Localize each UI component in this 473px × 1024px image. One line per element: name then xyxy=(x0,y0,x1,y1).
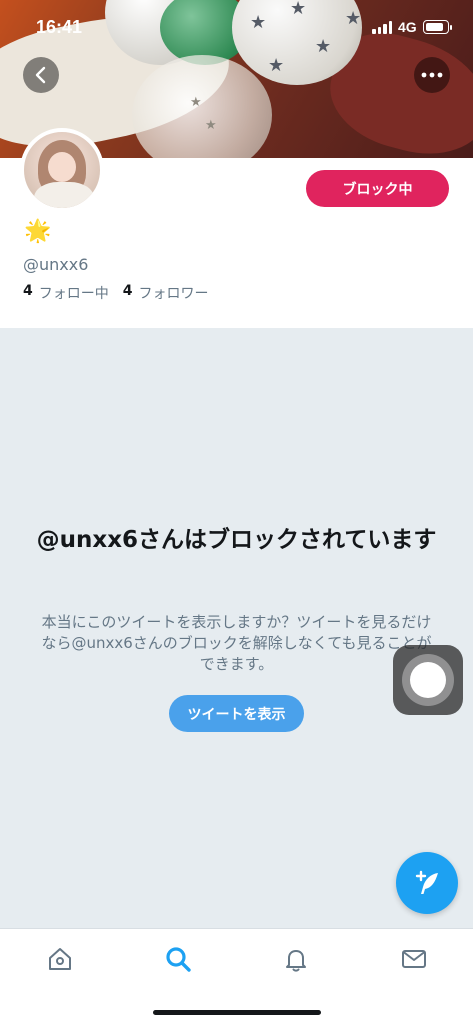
following-count: 4 xyxy=(23,283,33,299)
tab-notifications[interactable] xyxy=(280,943,312,975)
network-label: 4G xyxy=(398,19,417,35)
followers-label: フォロワー xyxy=(138,286,209,302)
tab-home[interactable] xyxy=(44,943,76,975)
view-tweets-button[interactable]: ツイートを表示 xyxy=(169,695,304,732)
signal-icon xyxy=(372,21,392,34)
blocked-button[interactable]: ブロック中 xyxy=(306,170,449,207)
ellipsis-icon xyxy=(421,72,443,78)
more-options-button[interactable] xyxy=(414,57,450,93)
home-indicator xyxy=(153,1010,321,1015)
assistive-touch-button[interactable] xyxy=(393,645,463,715)
blocked-panel: @unxx6さんはブロックされています 本当にこのツイートを表示しますか？ツイー… xyxy=(0,328,473,928)
followers-count: 4 xyxy=(122,283,133,299)
avatar[interactable] xyxy=(20,128,104,212)
banner-star: ★ xyxy=(268,55,285,76)
bottom-tab-bar xyxy=(0,928,473,1024)
following-link[interactable]: 4 フォロー中 xyxy=(23,283,109,303)
banner-star: ★ xyxy=(205,118,217,133)
bell-icon xyxy=(286,950,306,972)
tab-search[interactable] xyxy=(162,943,194,975)
follow-stats: 4 フォロー中 4 フォロワー xyxy=(23,283,217,303)
back-button[interactable] xyxy=(23,57,59,93)
status-time: 16:41 xyxy=(36,17,83,37)
battery-icon xyxy=(423,20,452,34)
status-bar: 16:41 4G xyxy=(0,0,473,56)
compose-feather-icon xyxy=(415,870,438,894)
blocked-title: @unxx6さんはブロックされています xyxy=(36,527,437,553)
chevron-left-icon xyxy=(35,66,46,84)
followers-link[interactable]: 4 フォロワー xyxy=(123,283,209,303)
blocked-description: 本当にこのツイートを表示しますか？ツイートを見るだけなら@unxx6さんのブロッ… xyxy=(41,613,432,673)
search-icon xyxy=(166,947,191,972)
profile-name-emoji: 🌟 xyxy=(24,219,52,244)
tab-messages[interactable] xyxy=(398,943,430,975)
banner-balloon xyxy=(132,55,272,158)
profile-handle: @unxx6 xyxy=(23,255,89,274)
banner-star: ★ xyxy=(190,95,202,110)
home-icon xyxy=(49,948,71,970)
mail-icon xyxy=(402,950,426,968)
compose-tweet-button[interactable] xyxy=(396,852,458,914)
following-label: フォロー中 xyxy=(38,286,109,302)
profile-header: ブロック中 🌟 @unxx6 4 フォロー中 4 フォロワー xyxy=(0,128,473,328)
